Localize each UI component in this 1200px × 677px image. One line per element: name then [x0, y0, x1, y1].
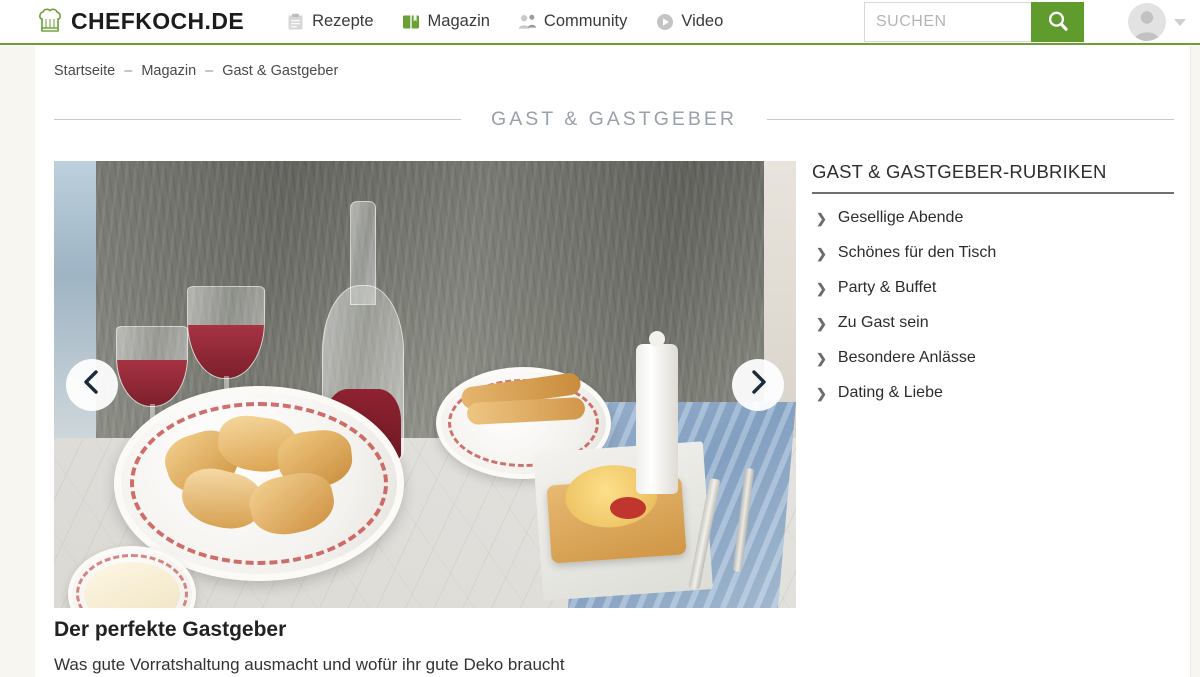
search-icon	[1046, 9, 1070, 36]
search-input[interactable]	[864, 2, 1031, 42]
chevron-right-icon: ❯	[816, 280, 827, 296]
sidebar-item-party-buffet[interactable]: ❯ Party & Buffet	[812, 270, 1174, 305]
sidebar-heading: GAST & GASTGEBER-RUBRIKEN	[812, 161, 1174, 194]
chevron-right-icon: ❯	[816, 315, 827, 331]
brand-name: CHEFKOCH.DE	[71, 8, 245, 34]
sidebar-item-dating-liebe[interactable]: ❯ Dating & Liebe	[812, 375, 1174, 410]
sidebar-item-label: Dating & Liebe	[837, 384, 943, 401]
nav-item-label: Video	[681, 12, 724, 30]
divider-right	[766, 119, 1175, 120]
page-gutter-right	[1190, 46, 1200, 677]
sidebar-item-label: Zu Gast sein	[837, 314, 929, 331]
people-icon	[518, 12, 537, 31]
breadcrumb: Startseite – Magazin – Gast & Gastgeber	[54, 63, 338, 79]
page-gutter-left	[0, 46, 35, 677]
chevron-right-icon: ❯	[816, 245, 827, 261]
sidebar-item-label: Schönes für den Tisch	[837, 244, 997, 261]
hero-headline[interactable]: Der perfekte Gastgeber	[54, 618, 286, 642]
page-root: CHEFKOCH.DE Rezepte Magazin Community Vi…	[0, 0, 1200, 677]
chevron-right-icon	[747, 369, 769, 400]
page-title: GAST & GASTGEBER	[491, 108, 737, 130]
book-icon	[402, 12, 421, 31]
site-header: CHEFKOCH.DE Rezepte Magazin Community Vi…	[0, 0, 1200, 45]
user-avatar-icon	[1128, 3, 1166, 41]
breadcrumb-item-current[interactable]: Gast & Gastgeber	[222, 63, 338, 79]
hero-image	[54, 161, 796, 608]
play-circle-icon	[655, 12, 674, 31]
clipboard-icon	[286, 12, 305, 31]
search-button[interactable]	[1031, 2, 1084, 42]
chevron-down-icon	[1174, 18, 1186, 26]
sidebar-item-schoenes-fuer-den-tisch[interactable]: ❯ Schönes für den Tisch	[812, 235, 1174, 270]
sidebar-item-zu-gast-sein[interactable]: ❯ Zu Gast sein	[812, 305, 1174, 340]
chevron-left-icon	[81, 369, 103, 400]
sidebar: GAST & GASTGEBER-RUBRIKEN ❯ Gesellige Ab…	[812, 161, 1174, 410]
section-title-bar: GAST & GASTGEBER	[54, 108, 1175, 131]
chevron-right-icon: ❯	[816, 210, 827, 226]
chevron-right-icon: ❯	[816, 350, 827, 366]
sidebar-item-label: Besondere Anlässe	[837, 349, 976, 366]
nav-item-video[interactable]: Video	[641, 0, 737, 44]
hero-subheadline: Was gute Vorratshaltung ausmacht und wof…	[54, 655, 565, 674]
breadcrumb-item-startseite[interactable]: Startseite	[54, 63, 115, 79]
carousel-next-button[interactable]	[732, 358, 784, 411]
nav-item-magazin[interactable]: Magazin	[388, 0, 504, 44]
nav-item-label: Rezepte	[312, 12, 374, 30]
sidebar-list: ❯ Gesellige Abende ❯ Schönes für den Tis…	[812, 200, 1174, 410]
nav-item-label: Magazin	[427, 12, 490, 30]
nav-item-rezepte[interactable]: Rezepte	[272, 0, 387, 44]
nav-item-label: Community	[543, 12, 628, 30]
hero-carousel[interactable]	[54, 161, 796, 608]
nav-item-community[interactable]: Community	[504, 0, 641, 44]
breadcrumb-separator: –	[205, 63, 214, 79]
divider-left	[54, 119, 462, 120]
sidebar-item-label: Gesellige Abende	[837, 209, 964, 226]
account-menu[interactable]	[1128, 3, 1186, 41]
main-navigation: Rezepte Magazin Community Video	[272, 0, 737, 44]
search-area	[864, 2, 1084, 42]
sidebar-item-gesellige-abende[interactable]: ❯ Gesellige Abende	[812, 200, 1174, 235]
breadcrumb-item-magazin[interactable]: Magazin	[141, 63, 196, 79]
breadcrumb-separator: –	[124, 63, 133, 79]
sidebar-item-label: Party & Buffet	[837, 279, 937, 296]
carousel-prev-button[interactable]	[66, 358, 118, 411]
site-logo[interactable]: CHEFKOCH.DE	[38, 8, 244, 36]
chevron-right-icon: ❯	[816, 385, 827, 401]
chef-hat-icon	[38, 8, 62, 36]
sidebar-item-besondere-anlaesse[interactable]: ❯ Besondere Anlässe	[812, 340, 1174, 375]
